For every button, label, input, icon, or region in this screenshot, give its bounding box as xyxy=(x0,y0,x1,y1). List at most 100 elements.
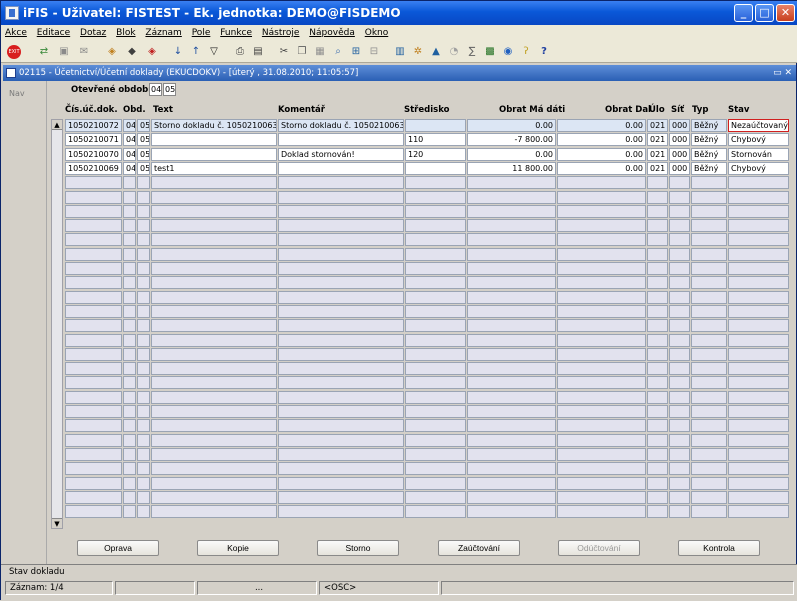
cell-stredisko[interactable] xyxy=(405,119,466,132)
cell-obd-2[interactable]: 05 xyxy=(137,133,150,146)
excel-icon[interactable]: ▩ xyxy=(483,45,497,59)
cell-obd-2[interactable] xyxy=(137,491,150,504)
cell-cislo[interactable] xyxy=(65,391,122,404)
cell-sit[interactable]: 000 xyxy=(669,133,690,146)
cell-obrat-md[interactable] xyxy=(467,219,556,232)
cell-stredisko[interactable] xyxy=(405,276,466,289)
cell-komentar[interactable] xyxy=(278,419,404,432)
printer-icon[interactable]: ⎙ xyxy=(233,45,247,59)
cell-ulo[interactable] xyxy=(647,319,668,332)
cell-obd-2[interactable] xyxy=(137,219,150,232)
report-icon[interactable]: ▤ xyxy=(251,45,265,59)
close-button[interactable]: ✕ xyxy=(776,4,795,22)
cell-stredisko[interactable] xyxy=(405,248,466,261)
cell-text[interactable]: Storno dokladu č. 1050210063 xyxy=(151,119,277,132)
cell-sit[interactable] xyxy=(669,176,690,189)
oprava-button[interactable]: Oprava xyxy=(77,540,159,556)
cell-stav[interactable] xyxy=(728,334,789,347)
cell-text[interactable] xyxy=(151,505,277,518)
kopie-button[interactable]: Kopie xyxy=(197,540,279,556)
cell-stredisko[interactable] xyxy=(405,362,466,375)
cell-stredisko[interactable] xyxy=(405,219,466,232)
cell-obd-2[interactable] xyxy=(137,391,150,404)
cell-typ[interactable] xyxy=(691,362,727,375)
cell-obrat-dal[interactable]: 0.00 xyxy=(557,148,646,161)
cell-obd-1[interactable] xyxy=(123,477,136,490)
cell-obrat-dal[interactable] xyxy=(557,477,646,490)
cell-obrat-dal[interactable] xyxy=(557,291,646,304)
cell-stredisko[interactable] xyxy=(405,391,466,404)
cell-sit[interactable] xyxy=(669,477,690,490)
cell-cislo[interactable] xyxy=(65,362,122,375)
cell-komentar[interactable] xyxy=(278,334,404,347)
clock-icon[interactable]: ◔ xyxy=(447,45,461,59)
cell-typ[interactable] xyxy=(691,462,727,475)
cell-sit[interactable] xyxy=(669,419,690,432)
cell-stredisko[interactable] xyxy=(405,176,466,189)
cell-typ[interactable] xyxy=(691,233,727,246)
cell-obd-1[interactable] xyxy=(123,448,136,461)
cell-stav[interactable] xyxy=(728,233,789,246)
cell-ulo[interactable] xyxy=(647,448,668,461)
cell-obrat-md[interactable] xyxy=(467,491,556,504)
cell-typ[interactable] xyxy=(691,319,727,332)
cell-obd-2[interactable] xyxy=(137,262,150,275)
cell-sit[interactable] xyxy=(669,191,690,204)
cell-obrat-md[interactable] xyxy=(467,262,556,275)
cut-icon[interactable]: ✂ xyxy=(277,45,291,59)
cell-text[interactable] xyxy=(151,348,277,361)
cell-ulo[interactable] xyxy=(647,276,668,289)
cell-obd-1[interactable] xyxy=(123,362,136,375)
cell-obrat-md[interactable] xyxy=(467,419,556,432)
cell-cislo[interactable] xyxy=(65,176,122,189)
help-icon[interactable]: ? xyxy=(537,45,551,59)
cell-sit[interactable] xyxy=(669,491,690,504)
help-key-icon[interactable]: ʔ xyxy=(519,45,533,59)
cell-komentar[interactable] xyxy=(278,191,404,204)
query-cancel-icon[interactable]: ◈ xyxy=(145,45,159,59)
cell-ulo[interactable] xyxy=(647,219,668,232)
cell-obrat-dal[interactable] xyxy=(557,491,646,504)
cell-typ[interactable] xyxy=(691,348,727,361)
cell-stav[interactable] xyxy=(728,248,789,261)
cell-stredisko[interactable] xyxy=(405,505,466,518)
cell-text[interactable] xyxy=(151,248,277,261)
cell-stav[interactable] xyxy=(728,219,789,232)
cell-obd-1[interactable]: 04 xyxy=(123,148,136,161)
cell-ulo[interactable] xyxy=(647,348,668,361)
cell-obd-1[interactable] xyxy=(123,191,136,204)
cell-sit[interactable] xyxy=(669,362,690,375)
cell-stav[interactable] xyxy=(728,205,789,218)
cell-stredisko[interactable] xyxy=(405,291,466,304)
cell-typ[interactable] xyxy=(691,262,727,275)
cell-komentar[interactable] xyxy=(278,448,404,461)
cell-obd-1[interactable] xyxy=(123,205,136,218)
cell-obrat-md[interactable]: -7 800.00 xyxy=(467,133,556,146)
cell-sit[interactable]: 000 xyxy=(669,119,690,132)
cell-ulo[interactable] xyxy=(647,376,668,389)
cell-text[interactable] xyxy=(151,148,277,161)
cell-text[interactable] xyxy=(151,405,277,418)
cell-obd-2[interactable] xyxy=(137,362,150,375)
cell-obd-1[interactable] xyxy=(123,491,136,504)
cell-typ[interactable] xyxy=(691,219,727,232)
cell-obd-1[interactable] xyxy=(123,348,136,361)
cell-typ[interactable] xyxy=(691,448,727,461)
cell-obd-1[interactable] xyxy=(123,419,136,432)
cell-obd-2[interactable] xyxy=(137,419,150,432)
cell-text[interactable] xyxy=(151,376,277,389)
cell-stav[interactable] xyxy=(728,448,789,461)
cell-stav[interactable] xyxy=(728,491,789,504)
cell-text[interactable] xyxy=(151,191,277,204)
cell-komentar[interactable] xyxy=(278,133,404,146)
cell-text[interactable] xyxy=(151,419,277,432)
cell-ulo[interactable] xyxy=(647,248,668,261)
cell-stav[interactable] xyxy=(728,505,789,518)
cell-obrat-md[interactable] xyxy=(467,405,556,418)
cell-sit[interactable] xyxy=(669,291,690,304)
cell-komentar[interactable] xyxy=(278,505,404,518)
cell-text[interactable] xyxy=(151,491,277,504)
cell-sit[interactable] xyxy=(669,462,690,475)
cell-obd-1[interactable] xyxy=(123,233,136,246)
menu-napoveda[interactable]: Nápověda xyxy=(309,28,355,38)
